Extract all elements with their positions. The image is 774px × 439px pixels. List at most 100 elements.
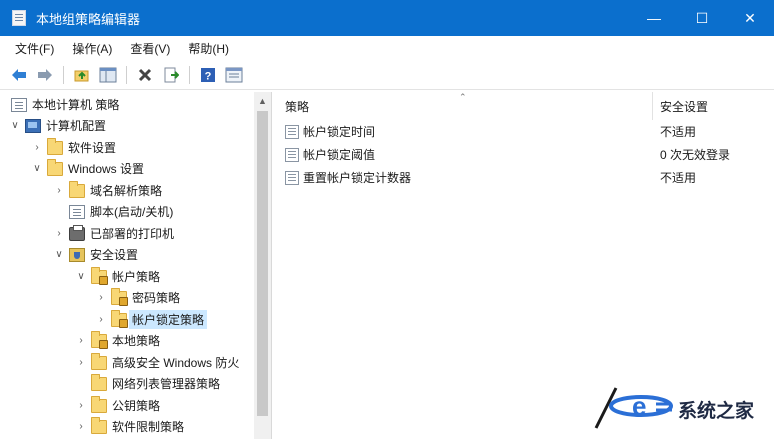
tree-item-label: 软件设置 — [68, 141, 117, 155]
tree-item-label: Windows 设置 — [68, 162, 145, 176]
toolbar: ? — [0, 60, 774, 90]
column-header-policy[interactable]: 策略 — [273, 92, 653, 120]
policy-icon — [285, 124, 299, 139]
chevron-right-icon[interactable]: › — [94, 313, 108, 327]
export-list-icon[interactable] — [160, 64, 182, 86]
tree-item-label: 脚本(启动/关机) — [90, 205, 174, 219]
chevron-right-icon[interactable]: › — [74, 399, 88, 413]
tree-item-label: 计算机配置 — [46, 119, 107, 133]
tree-item-account-lockout-policy[interactable]: › 帐户锁定策略 — [94, 309, 208, 330]
tree-item-security-settings[interactable]: ∨ 安全设置 — [52, 244, 138, 265]
chevron-down-icon[interactable]: ∨ — [74, 270, 88, 284]
back-icon[interactable] — [8, 64, 30, 86]
chevron-right-icon[interactable]: › — [52, 184, 66, 198]
scroll-up-icon[interactable]: ▲ — [254, 92, 271, 109]
tree-item-local-computer-policy[interactable]: 本地计算机 策略 — [8, 94, 119, 115]
tree-item-scripts[interactable]: 脚本(启动/关机) — [52, 201, 173, 222]
lock-folder-icon — [111, 309, 128, 328]
tree-item-windows-settings[interactable]: ∨ Windows 设置 — [30, 158, 144, 179]
policy-setting: 不适用 — [660, 125, 697, 139]
show-hide-tree-icon[interactable] — [97, 64, 119, 86]
menu-view[interactable]: 查看(V) — [121, 40, 179, 57]
tree-pane[interactable]: 本地计算机 策略 ∨ 计算机配置 › 软件设置 ∨ Windows 设置 › 域… — [0, 92, 272, 439]
chevron-right-icon[interactable]: › — [52, 227, 66, 241]
policy-root-icon — [11, 97, 27, 112]
title-bar: 本地组策略编辑器 — ☐ ✕ — [0, 0, 774, 36]
up-folder-icon[interactable] — [71, 64, 93, 86]
tree-item-dns-policy[interactable]: › 域名解析策略 — [52, 180, 162, 201]
menu-bar: 文件(F) 操作(A) 查看(V) 帮助(H) — [0, 36, 774, 60]
tree-item-label: 域名解析策略 — [90, 184, 163, 198]
tree-item-network-list-manager[interactable]: 网络列表管理器策略 — [74, 373, 220, 394]
policy-icon — [285, 170, 299, 185]
tree-item-computer-config[interactable]: ∨ 计算机配置 — [8, 115, 106, 136]
maximize-button[interactable]: ☐ — [678, 0, 726, 36]
menu-help[interactable]: 帮助(H) — [179, 40, 238, 57]
properties-icon[interactable] — [223, 64, 245, 86]
tree-item-label: 公钥策略 — [112, 399, 161, 413]
chevron-right-icon[interactable]: › — [74, 334, 88, 348]
chevron-right-icon[interactable]: › — [30, 141, 44, 155]
policy-name: 帐户锁定时间 — [303, 125, 376, 139]
menu-file[interactable]: 文件(F) — [6, 40, 63, 57]
tree-item-password-policy[interactable]: › 密码策略 — [94, 287, 180, 308]
folder-icon — [69, 180, 85, 198]
tree-item-local-policies[interactable]: › 本地策略 — [74, 330, 160, 351]
computer-icon — [25, 118, 41, 133]
tree-item-label: 网络列表管理器策略 — [112, 377, 221, 391]
tree-scrollbar[interactable]: ▲ — [254, 92, 271, 439]
printer-icon — [69, 224, 85, 241]
folder-icon — [47, 137, 63, 155]
scrollbar-thumb[interactable] — [257, 111, 268, 416]
lock-folder-icon — [91, 330, 108, 349]
toolbar-separator — [189, 65, 190, 84]
lock-folder-icon — [111, 287, 128, 306]
tree-item-windows-firewall[interactable]: › 高级安全 Windows 防火 — [74, 352, 239, 373]
help-icon[interactable]: ? — [197, 64, 219, 86]
folder-icon — [91, 373, 107, 391]
table-row[interactable]: 重置帐户锁定计数器 不适用 — [273, 166, 774, 189]
chevron-right-icon[interactable]: › — [94, 291, 108, 305]
policy-name-cell: 帐户锁定阈值 — [285, 146, 375, 163]
folder-icon — [91, 395, 107, 413]
policy-setting: 不适用 — [660, 171, 697, 185]
minimize-button[interactable]: — — [630, 0, 678, 36]
chevron-right-icon[interactable]: › — [74, 356, 88, 370]
column-header-security-setting[interactable]: 安全设置 — [654, 92, 774, 120]
folder-icon — [47, 158, 63, 176]
toolbar-separator — [63, 65, 64, 84]
tree-item-label: 本地计算机 策略 — [32, 98, 120, 112]
tree-item-account-policies[interactable]: ∨ 帐户策略 — [74, 266, 160, 287]
tree-item-label: 已部署的打印机 — [90, 227, 175, 241]
chevron-down-icon[interactable]: ∨ — [30, 162, 44, 176]
chevron-down-icon[interactable]: ∨ — [52, 248, 66, 262]
policy-icon — [285, 147, 299, 162]
tree-item-software-settings[interactable]: › 软件设置 — [30, 137, 116, 158]
chevron-down-icon[interactable]: ∨ — [8, 119, 22, 133]
watermark: e 系统之家 — [582, 376, 774, 439]
tree-item-label: 帐户策略 — [112, 270, 161, 284]
menu-action[interactable]: 操作(A) — [63, 40, 121, 57]
watermark-text: 系统之家 — [678, 401, 755, 422]
delete-icon[interactable] — [134, 64, 156, 86]
tree-item-label: 帐户锁定策略 — [129, 310, 208, 329]
security-icon — [69, 247, 85, 262]
chevron-right-icon[interactable]: › — [74, 420, 88, 434]
table-row[interactable]: 帐户锁定时间 不适用 — [273, 120, 774, 143]
policy-name-cell: 重置帐户锁定计数器 — [285, 169, 411, 186]
close-button[interactable]: ✕ — [726, 0, 774, 36]
tree-item-label: 软件限制策略 — [112, 420, 185, 434]
watermark-logo-icon: e — [594, 387, 673, 429]
table-row[interactable]: 帐户锁定阈值 0 次无效登录 — [273, 143, 774, 166]
folder-icon — [91, 416, 107, 434]
forward-icon[interactable] — [34, 64, 56, 86]
tree-item-public-key-policies[interactable]: › 公钥策略 — [74, 395, 160, 416]
tree-item-deployed-printers[interactable]: › 已部署的打印机 — [52, 223, 174, 244]
tree-item-label: 密码策略 — [132, 291, 181, 305]
policy-name: 帐户锁定阈值 — [303, 148, 376, 162]
toolbar-separator — [126, 65, 127, 84]
tree-item-software-restriction[interactable]: › 软件限制策略 — [74, 416, 184, 437]
folder-icon — [91, 352, 107, 370]
window-title: 本地组策略编辑器 — [36, 11, 141, 27]
